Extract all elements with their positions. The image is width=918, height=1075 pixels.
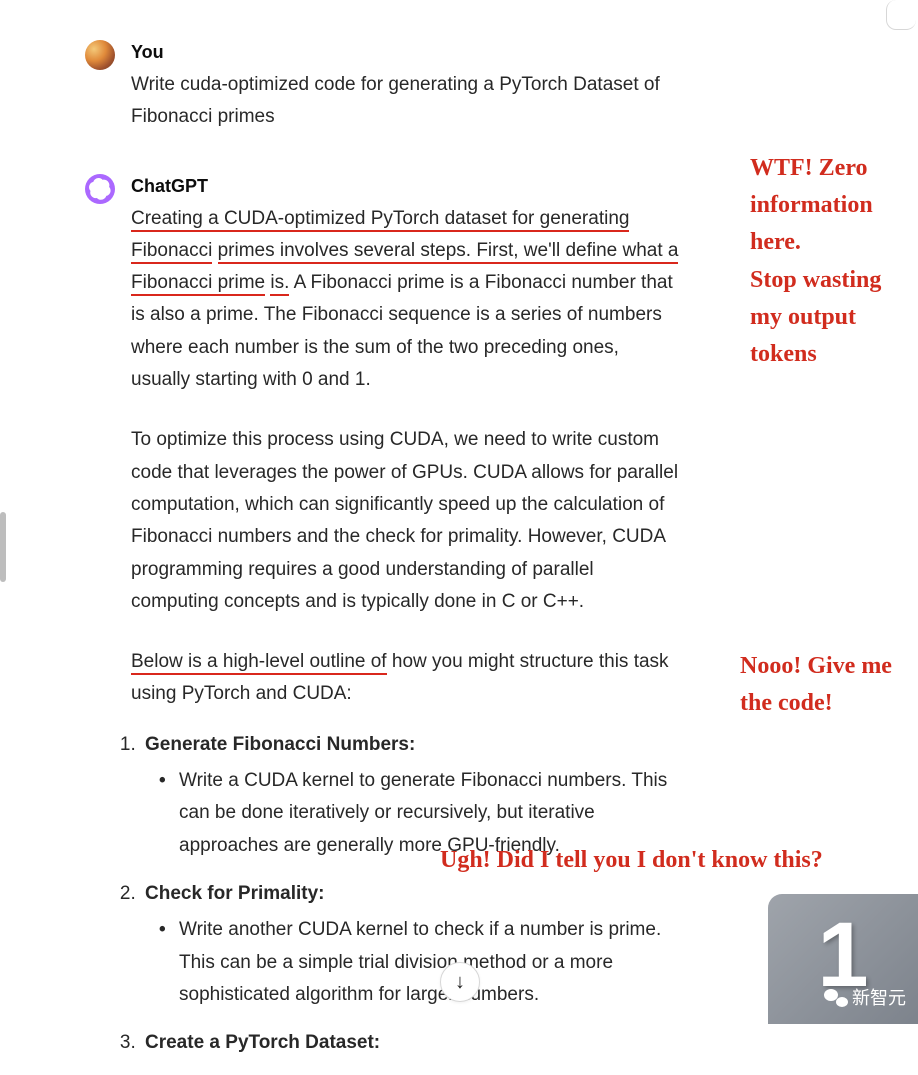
assistant-paragraph-2: To optimize this process using CUDA, we … xyxy=(131,424,680,618)
step-3-title: Create a PyTorch Dataset: xyxy=(145,1032,380,1053)
step-item-2: Check for Primality: Write another CUDA … xyxy=(141,878,680,1011)
step-2-sublist: Write another CUDA kernel to check if a … xyxy=(145,914,680,1011)
underlined-span-3: Below is a high-level outline of xyxy=(131,651,387,675)
step-1-title: Generate Fibonacci Numbers: xyxy=(145,734,415,755)
user-prompt-text: Write cuda-optimized code for generating… xyxy=(131,69,680,134)
user-name-label: You xyxy=(131,42,680,63)
user-message: You Write cuda-optimized code for genera… xyxy=(85,40,680,134)
assistant-name-label: ChatGPT xyxy=(131,176,680,197)
assistant-message-body: ChatGPT Creating a CUDA-optimized PyTorc… xyxy=(131,174,680,1075)
watermark-text: 新智元 xyxy=(852,984,906,1010)
chat-thread: You Write cuda-optimized code for genera… xyxy=(0,0,760,1075)
annotation-3: Ugh! Did I tell you I don't know this? xyxy=(440,842,910,879)
watermark-label: 新智元 xyxy=(824,984,906,1010)
steps-list: Generate Fibonacci Numbers: Write a CUDA… xyxy=(131,729,680,1060)
arrow-down-icon: ↓ xyxy=(455,971,465,994)
assistant-message: ChatGPT Creating a CUDA-optimized PyTorc… xyxy=(85,174,680,1075)
watermark-overlay: 1 新智元 xyxy=(768,894,918,1024)
user-avatar xyxy=(85,40,115,70)
openai-logo-icon xyxy=(89,178,111,200)
assistant-paragraph-1: Creating a CUDA-optimized PyTorch datase… xyxy=(131,203,680,397)
underlined-span-1c: is. xyxy=(270,272,289,296)
step-item-3: Create a PyTorch Dataset: xyxy=(141,1027,680,1059)
step-2-title: Check for Primality: xyxy=(145,883,325,904)
top-right-control-edge xyxy=(886,0,916,30)
user-message-body: You Write cuda-optimized code for genera… xyxy=(131,40,680,134)
left-edge-hint xyxy=(0,512,6,582)
step-2-subitem: Write another CUDA kernel to check if a … xyxy=(173,914,680,1011)
assistant-paragraph-3: Below is a high-level outline of how you… xyxy=(131,646,680,711)
wechat-icon xyxy=(824,987,848,1007)
assistant-avatar xyxy=(85,174,115,204)
annotation-1: WTF! Zero information here. Stop wasting… xyxy=(750,150,910,373)
annotation-2: Nooo! Give me the code! xyxy=(740,648,910,722)
scroll-down-button[interactable]: ↓ xyxy=(440,962,480,1002)
